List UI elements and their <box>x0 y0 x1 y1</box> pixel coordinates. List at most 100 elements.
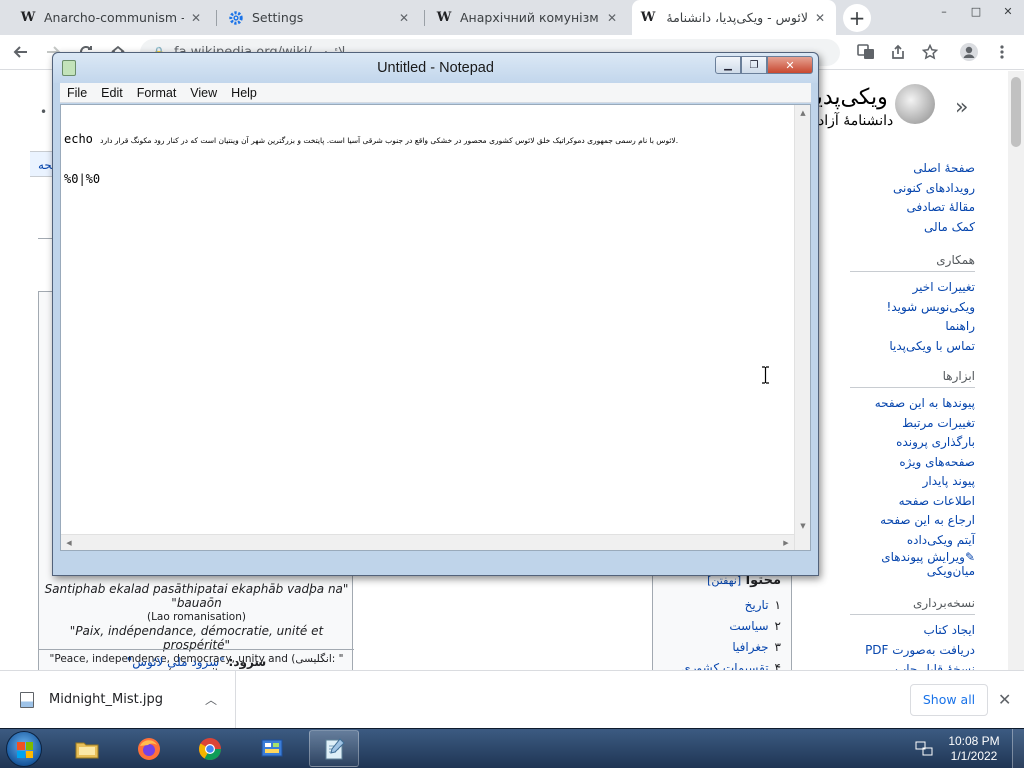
toc-item[interactable]: ۲ سیاست <box>663 619 781 640</box>
toc-label: جغرافیا <box>732 640 769 654</box>
menu-view[interactable]: View <box>183 83 224 102</box>
sidebar-navigation: صفحهٔ اصلی رویدادهای کنونی مقالهٔ تصادفی… <box>850 159 975 237</box>
edit-interlanguage-label: ویرایش پیوندهای میان‌ویکی <box>881 550 975 578</box>
anthem-label: سرود: <box>228 655 267 669</box>
tab-strip: W Anarcho-communism - Wi ✕ Settings ✕ W … <box>0 0 1024 35</box>
control-panel-icon <box>261 739 283 756</box>
system-clock[interactable]: 10:08 PM 1/1/2022 <box>944 734 1004 764</box>
toc-item[interactable]: ۳ جغرافیا <box>663 640 781 661</box>
sidebar-link-wikidata-item[interactable]: آیتم ویکی‌داده <box>850 531 975 551</box>
tab-title: لائوس - ویکی‌پدیا، دانشنامهٔ <box>666 10 808 25</box>
show-all-button[interactable]: Show all <box>910 684 988 716</box>
notepad-horizontal-scrollbar[interactable]: ◀ ▶ <box>61 534 794 550</box>
persian-text: لائوس با نام رسمی جمهوری دموکراتیک خلق ل… <box>100 136 679 145</box>
sidebar-link-create-book[interactable]: ایجاد کتاب <box>850 621 975 641</box>
scroll-down-arrow-icon[interactable]: ▼ <box>795 518 811 534</box>
taskbar: 10:08 PM 1/1/2022 <box>0 728 1024 768</box>
sidebar-heading: نسخه‌برداری <box>850 596 975 615</box>
collapse-sidebar-icon[interactable]: » <box>955 95 968 120</box>
notepad-vertical-scrollbar[interactable]: ▲ ▼ <box>794 105 810 550</box>
sidebar-link-main-page[interactable]: صفحهٔ اصلی <box>850 159 975 179</box>
notepad-close-button[interactable]: ✕ <box>767 56 813 74</box>
toc-label: سیاست <box>729 619 769 633</box>
kebab-menu-icon[interactable] <box>991 41 1013 63</box>
close-tab-icon[interactable]: ✕ <box>812 10 828 26</box>
notepad-text-area[interactable]: echo لائوس با نام رسمی جمهوری دموکراتیک … <box>60 104 811 551</box>
sidebar-contribute: همکاری تغییرات اخیر ویکی‌نویس شوید! راهن… <box>850 253 975 356</box>
menu-file[interactable]: File <box>60 83 94 102</box>
notepad-content: echo لائوس با نام رسمی جمهوری دموکراتیک … <box>64 107 792 212</box>
scroll-up-arrow-icon[interactable]: ▲ <box>795 105 811 121</box>
bookmark-star-icon[interactable] <box>919 41 941 63</box>
scrollbar-thumb[interactable] <box>1011 77 1021 147</box>
network-icon[interactable] <box>915 741 933 757</box>
close-tab-icon[interactable]: ✕ <box>396 10 412 26</box>
sidebar-link-related-changes[interactable]: تغییرات مرتبط <box>850 414 975 434</box>
download-item[interactable]: Midnight_Mist.jpg ︿ <box>0 671 236 729</box>
tab-anarcho-communism[interactable]: W Anarcho-communism - Wi ✕ <box>12 0 212 35</box>
folder-icon <box>75 742 99 758</box>
sidebar-link-donate[interactable]: کمک مالی <box>850 218 975 238</box>
wikipedia-globe-logo[interactable] <box>895 84 935 124</box>
toc-number: ۳ <box>774 640 781 654</box>
menu-help[interactable]: Help <box>224 83 264 102</box>
sidebar-heading: همکاری <box>850 253 975 272</box>
sidebar-link-download-pdf[interactable]: دریافت به‌صورت PDF <box>850 641 975 661</box>
sidebar-link-recent-changes[interactable]: تغییرات اخیر <box>850 278 975 298</box>
tab-settings[interactable]: Settings ✕ <box>220 0 420 35</box>
profile-avatar-icon[interactable] <box>958 41 980 63</box>
menu-format[interactable]: Format <box>130 83 184 102</box>
close-tab-icon[interactable]: ✕ <box>604 10 620 26</box>
tab-anarchist-communism-uk[interactable]: W Анархічний комунізм — ✕ <box>428 0 628 35</box>
toc-number: ۲ <box>774 619 781 633</box>
menu-edit[interactable]: Edit <box>94 83 130 102</box>
tab-laos-active[interactable]: W لائوس - ویکی‌پدیا، دانشنامهٔ ✕ <box>632 0 836 35</box>
anthem-link[interactable]: "سرود ملی لائوس" <box>127 655 225 669</box>
sidebar-link-current-events[interactable]: رویدادهای کنونی <box>850 179 975 199</box>
taskbar-notepad[interactable] <box>309 730 359 767</box>
scroll-left-arrow-icon[interactable]: ◀ <box>61 535 77 551</box>
sidebar-link-upload-file[interactable]: بارگذاری پرونده <box>850 433 975 453</box>
wikipedia-icon: W <box>640 10 656 25</box>
close-downloads-icon[interactable]: ✕ <box>998 690 1011 709</box>
taskbar-chrome[interactable] <box>185 730 235 767</box>
sidebar-link-random-article[interactable]: مقالهٔ تصادفی <box>850 198 975 218</box>
taskbar-firefox[interactable] <box>124 730 174 767</box>
notepad-maximize-button[interactable]: ❐ <box>741 56 767 74</box>
sidebar-link-what-links-here[interactable]: پیوندها به این صفحه <box>850 394 975 414</box>
sidebar-link-edit-interlanguage[interactable]: ✎ویرایش پیوندهای میان‌ویکی <box>850 550 975 580</box>
new-tab-button[interactable]: + <box>843 4 871 32</box>
download-file-name: Midnight_Mist.jpg <box>49 692 163 707</box>
taskbar-explorer[interactable] <box>62 730 112 767</box>
window-controls: – □ ✕ <box>928 0 1024 22</box>
maximize-button[interactable]: □ <box>960 0 992 22</box>
toc-item[interactable]: ۱ تاریخ <box>663 598 781 619</box>
sidebar-link-permanent-link[interactable]: پیوند پایدار <box>850 472 975 492</box>
translate-icon[interactable] <box>855 41 877 63</box>
back-arrow-icon[interactable] <box>10 41 32 63</box>
notepad-titlebar[interactable]: Untitled - Notepad ▁ ❐ ✕ <box>53 53 818 83</box>
minimize-button[interactable]: – <box>928 0 960 22</box>
start-button[interactable] <box>6 731 42 767</box>
sidebar-link-help[interactable]: راهنما <box>850 317 975 337</box>
sidebar-link-create-account[interactable]: ویکی‌نویس شوید! <box>850 298 975 318</box>
page-scrollbar[interactable] <box>1008 71 1024 670</box>
sidebar-link-cite-page[interactable]: ارجاع به این صفحه <box>850 511 975 531</box>
sidebar-tools: ابزارها پیوندها به این صفحه تغییرات مرتب… <box>850 369 975 580</box>
sidebar-link-contact[interactable]: تماس با ویکی‌پدیا <box>850 337 975 357</box>
notepad-minimize-button[interactable]: ▁ <box>715 56 741 74</box>
divider <box>38 238 52 239</box>
show-desktop-button[interactable] <box>1012 729 1024 768</box>
wiki-site-name[interactable]: ویکی‌پدیا <box>810 85 888 110</box>
scroll-right-arrow-icon[interactable]: ▶ <box>778 535 794 551</box>
share-icon[interactable] <box>887 41 909 63</box>
windows-logo-icon <box>17 742 33 758</box>
taskbar-control-panel[interactable] <box>247 730 297 767</box>
close-tab-icon[interactable]: ✕ <box>188 10 204 26</box>
close-window-button[interactable]: ✕ <box>992 0 1024 22</box>
chevron-up-icon[interactable]: ︿ <box>205 691 217 708</box>
sidebar-link-special-pages[interactable]: صفحه‌های ویژه <box>850 453 975 473</box>
sidebar-link-page-information[interactable]: اطلاعات صفحه <box>850 492 975 512</box>
firefox-icon <box>138 737 160 760</box>
wiki-tagline: دانشنامهٔ آزاد <box>818 113 894 129</box>
